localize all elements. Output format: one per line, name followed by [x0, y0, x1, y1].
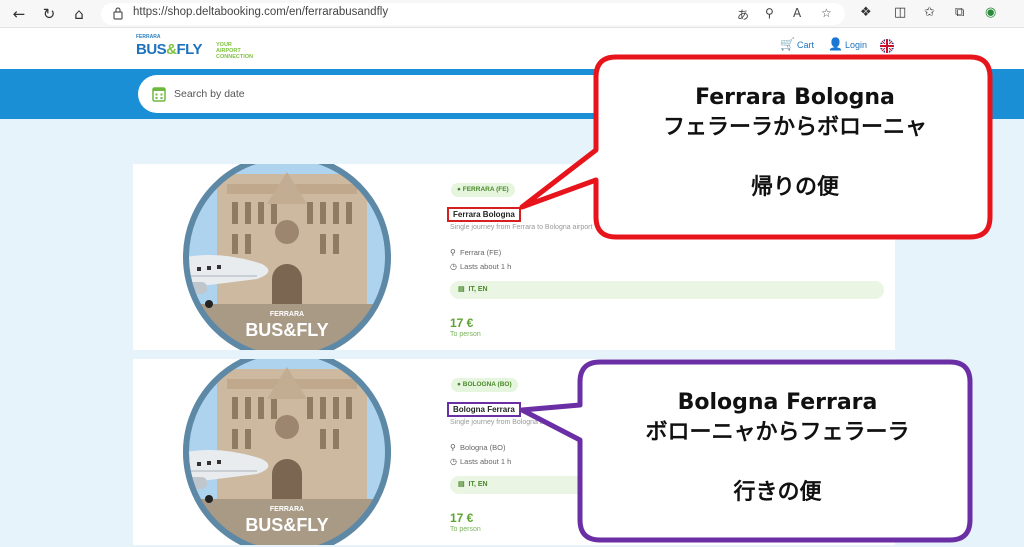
callout-red-text: Ferrara Bologna フェラーラからボローニャ 帰りの便 [662, 85, 927, 200]
map-pin-icon: ● [457, 186, 461, 193]
photo-brand-small: FERRARA [270, 311, 304, 318]
clock-icon: ◷ [450, 262, 457, 271]
duration-row: ◷ Lasts about 1 h [450, 457, 512, 466]
extensions-icon[interactable]: ❖ [860, 5, 872, 20]
price-note: To person [450, 526, 481, 533]
uk-flag-icon[interactable] [880, 39, 894, 53]
photo-brand: BUS&FLY [245, 320, 328, 340]
back-icon[interactable]: ← [10, 5, 28, 23]
zoom-icon[interactable]: ⚲ [765, 6, 774, 20]
text-size-icon[interactable]: A [793, 6, 801, 20]
logo-small-text: FERRARA [136, 34, 161, 40]
route-title[interactable]: Bologna Ferrara [447, 402, 521, 417]
route-description: Single journey from Ferrara to Bologna a… [450, 224, 593, 231]
favorites-icon[interactable]: ✩ [924, 5, 935, 20]
duration-row: ◷ Lasts about 1 h [450, 262, 512, 271]
clock-icon: ◷ [450, 457, 457, 466]
place-row: ⚲ Bologna (BO) [450, 443, 506, 452]
site-header: FERRARA BUS&FLY YOUR AIRPORT CONNECTION … [0, 28, 1024, 69]
price: 17 € [450, 316, 474, 330]
collections-icon[interactable]: ⧉ [955, 5, 964, 20]
url-text[interactable]: https://shop.deltabooking.com/en/ferrara… [133, 6, 388, 18]
read-aloud-icon[interactable]: あ [737, 6, 749, 23]
languages-bar: ▤ IT, EN [450, 281, 884, 299]
site-logo[interactable]: FERRARA BUS&FLY YOUR AIRPORT CONNECTION [136, 34, 256, 64]
profile-icon[interactable]: ◉ [985, 5, 996, 20]
browser-toolbar: ← ↻ ⌂ https://shop.deltabooking.com/en/f… [0, 0, 1024, 28]
callout-purple-text: Bologna Ferrara ボローニャからフェラーラ 行きの便 [645, 390, 910, 505]
refresh-icon[interactable]: ↻ [40, 5, 58, 23]
chat-icon: ▤ [458, 286, 465, 293]
logo-main-text: BUS&FLY [136, 41, 202, 58]
favorite-star-icon[interactable]: ☆ [821, 6, 832, 20]
location-pin-icon: ⚲ [450, 443, 456, 452]
lock-icon [113, 7, 123, 20]
price: 17 € [450, 511, 474, 525]
place-row: ⚲ Ferrara (FE) [450, 248, 502, 257]
route-title[interactable]: Ferrara Bologna [447, 207, 521, 222]
location-pin-icon: ⚲ [450, 248, 456, 257]
price-note: To person [450, 331, 481, 338]
map-pin-icon: ● [457, 381, 461, 388]
cart-link[interactable]: Cart [797, 40, 814, 50]
address-bar[interactable]: https://shop.deltabooking.com/en/ferrara… [101, 3, 845, 25]
chat-icon: ▤ [458, 481, 465, 488]
search-input[interactable] [174, 84, 674, 104]
photo-brand-small: FERRARA [270, 506, 304, 513]
cathedral-photo[interactable]: FERRARA BUS&FLY [177, 359, 397, 545]
cart-icon[interactable]: 🛒 [780, 37, 795, 51]
user-icon[interactable]: 👤 [828, 37, 843, 51]
logo-tagline: YOUR AIRPORT CONNECTION [216, 42, 253, 60]
location-badge: ● FERRARA (FE) [451, 183, 515, 197]
split-screen-icon[interactable]: ◫ [894, 5, 906, 20]
calendar-icon [152, 87, 166, 102]
photo-brand: BUS&FLY [245, 515, 328, 535]
route-description: Single journey from Bologna airport to F… [450, 419, 593, 426]
login-link[interactable]: Login [845, 40, 867, 50]
home-icon[interactable]: ⌂ [70, 5, 88, 23]
location-badge: ● BOLOGNA (BO) [451, 378, 518, 392]
cathedral-photo[interactable]: FERRARA BUS&FLY [177, 164, 397, 350]
